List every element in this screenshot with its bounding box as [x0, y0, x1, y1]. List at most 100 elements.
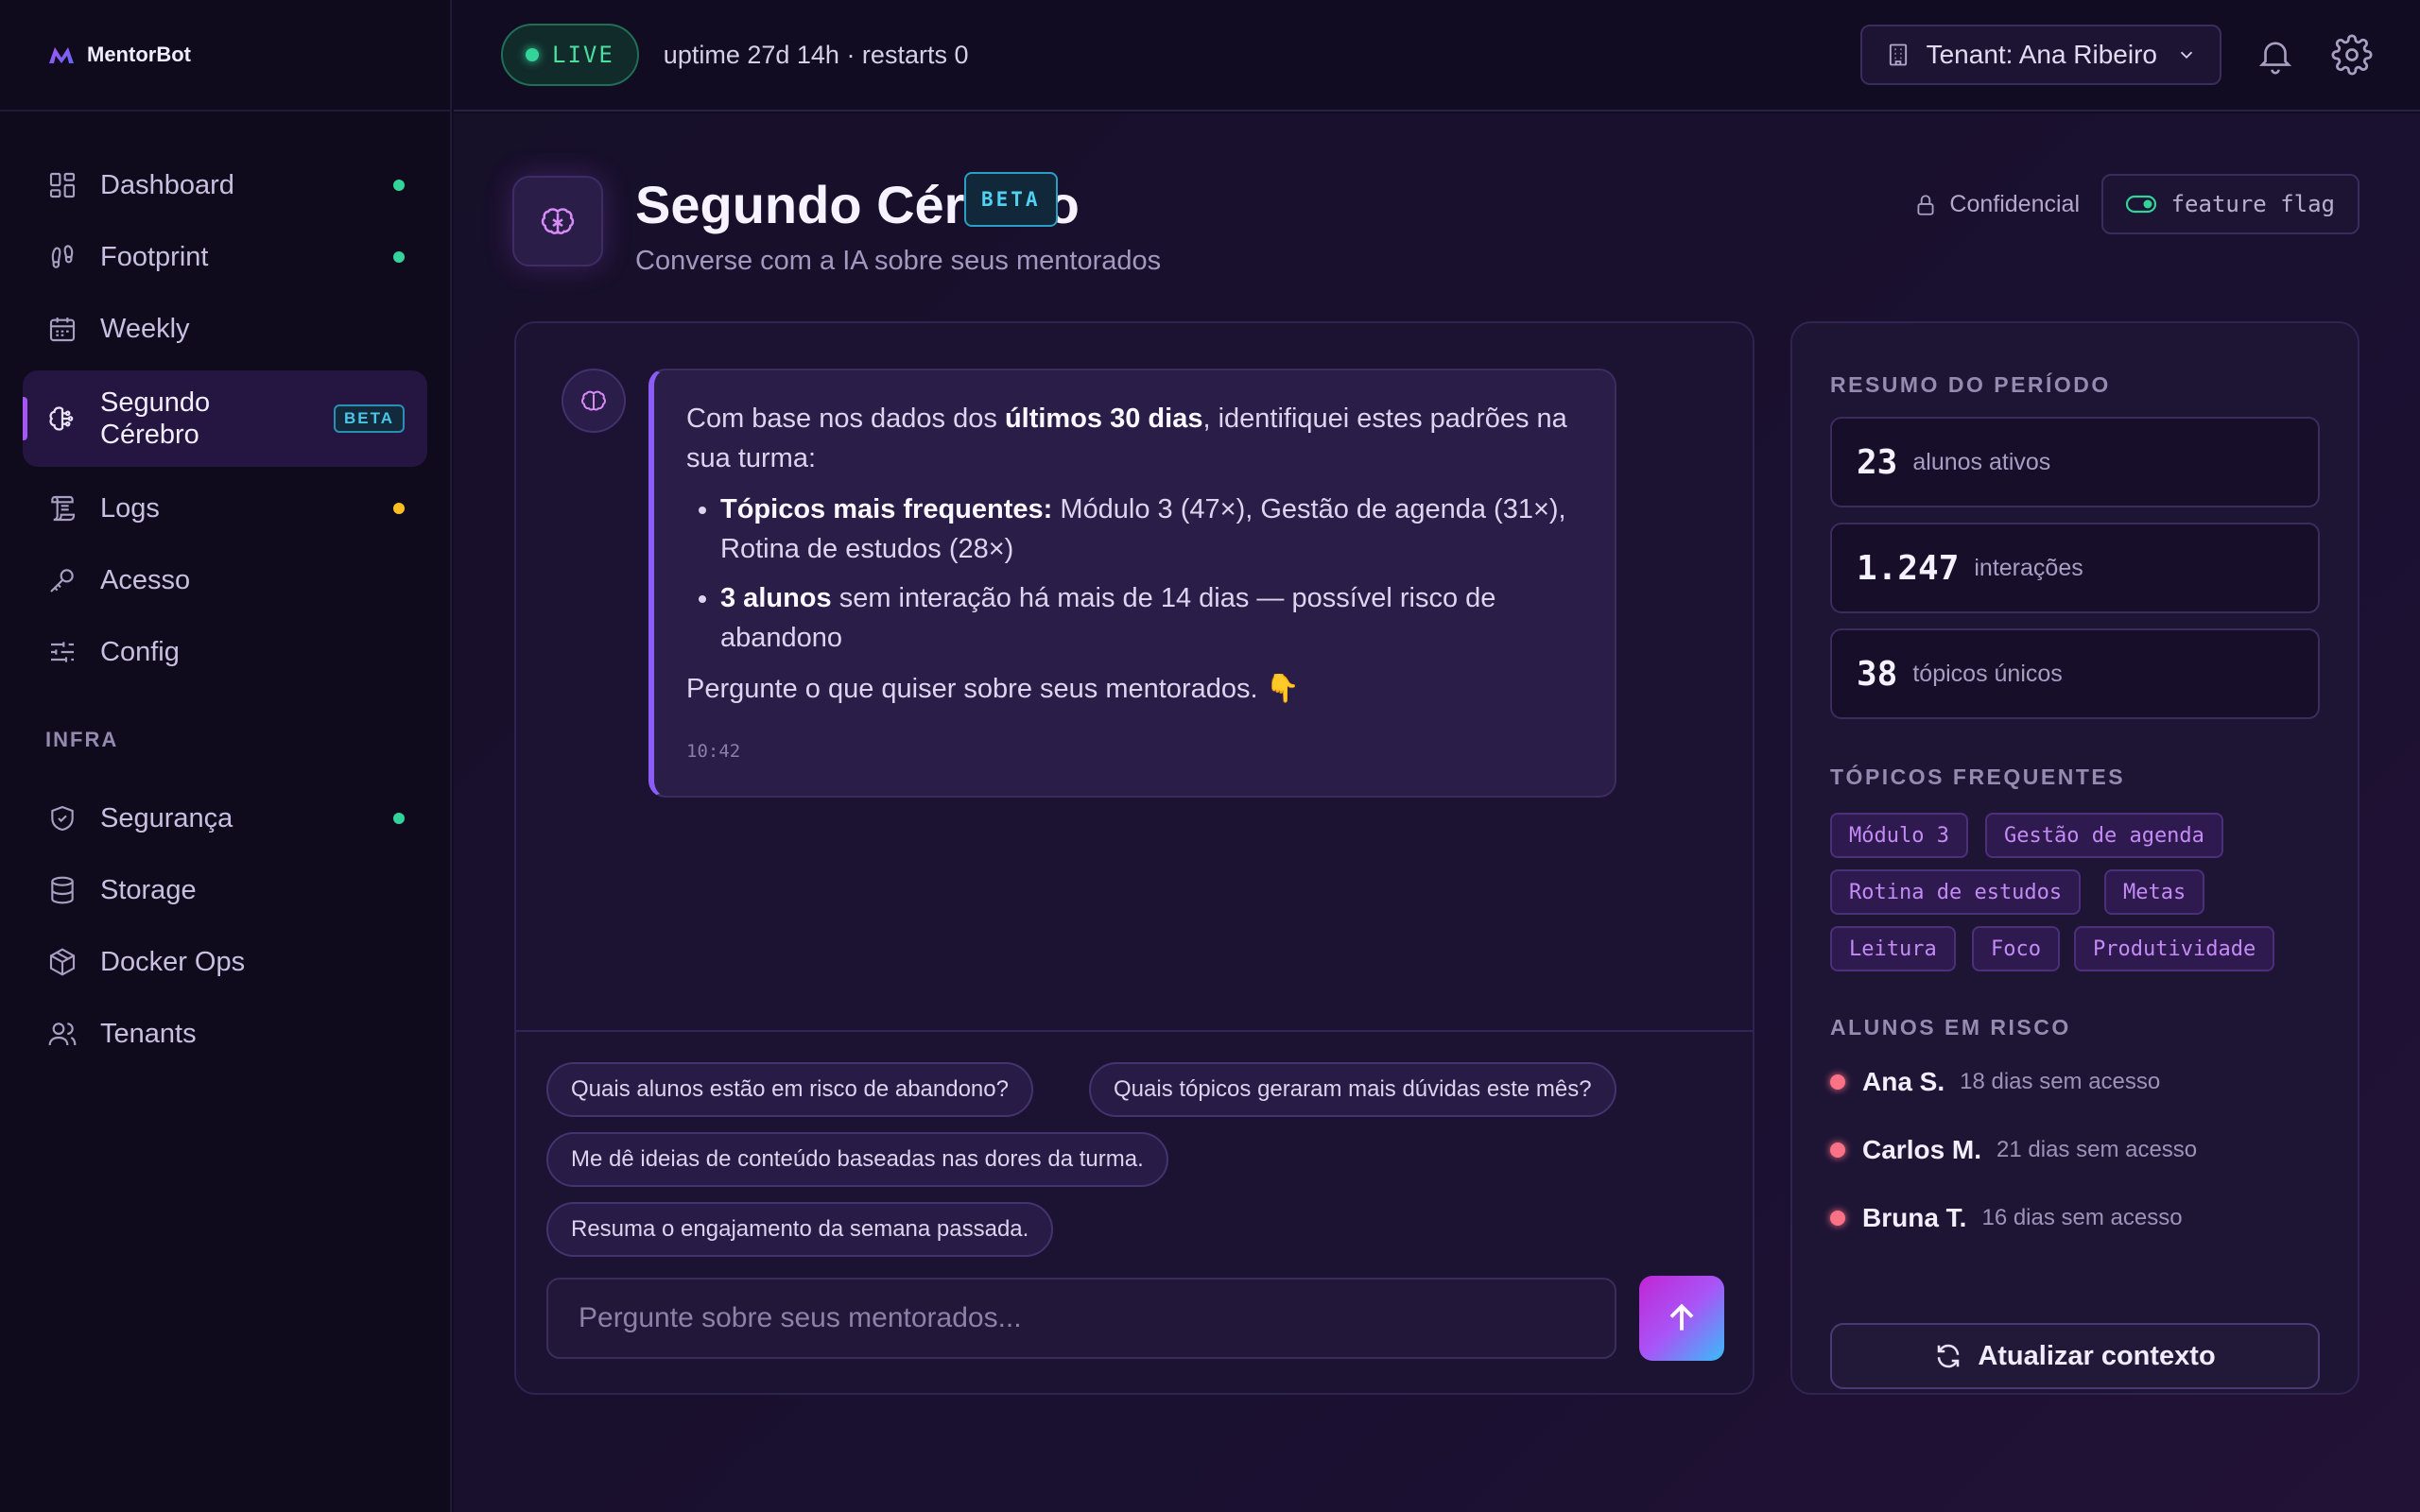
sidebar-item-config[interactable]: Config: [23, 616, 427, 688]
chevron-down-icon: [2180, 51, 2193, 60]
main-nav: Dashboard Footprint Weekly Segundo Céreb…: [0, 112, 450, 1070]
stat-label: tópicos únicos: [1912, 660, 2063, 687]
suggestion-chip[interactable]: Quais alunos estão em risco de abandono?: [546, 1062, 1033, 1117]
student-inactivity: 21 dias sem acesso: [1996, 1137, 2198, 1162]
sidebar-item-footprint[interactable]: Footprint: [23, 221, 427, 293]
shield-icon: [45, 801, 79, 835]
refresh-label: Atualizar contexto: [1978, 1340, 2216, 1371]
status-dot: [393, 180, 405, 191]
risk-student-row[interactable]: Carlos M. 21 dias sem acesso: [1830, 1116, 2320, 1184]
risk-student-row[interactable]: Bruna T. 16 dias sem acesso: [1830, 1184, 2320, 1252]
building-icon: [1889, 43, 1907, 66]
sidebar-item-label: Storage: [100, 874, 197, 905]
topic-tag[interactable]: Produtividade: [2074, 926, 2275, 971]
main-content: Segundo Cérebro BETA Converse com a IA s…: [454, 113, 2420, 1512]
refresh-context-button[interactable]: Atualizar contexto: [1830, 1323, 2320, 1389]
suggestion-chip[interactable]: Resuma o engajamento da semana passada.: [546, 1202, 1054, 1257]
brain-icon: [512, 176, 603, 266]
list-item: 3 alunos sem interação há mais de 14 dia…: [720, 578, 1582, 658]
uptime-text: uptime 27d 14h · restarts 0: [663, 40, 969, 69]
status-dot: [393, 251, 405, 263]
sidebar-item-segundo-cerebro[interactable]: Segundo Cérebro BETA: [23, 370, 427, 467]
stat-label: interações: [1974, 554, 2083, 581]
chat-composer: Quais alunos estão em risco de abandono?…: [516, 1030, 1753, 1393]
topic-tag[interactable]: Módulo 3: [1830, 813, 1968, 858]
beta-badge: BETA: [964, 172, 1058, 227]
sidebar-item-label: Tenants: [100, 1018, 197, 1049]
gear-icon[interactable]: [2331, 34, 2373, 76]
stat-value: 1.247: [1857, 548, 1960, 588]
summary-title: RESUMO DO PERÍODO: [1830, 372, 2111, 397]
calendar-icon: [45, 312, 79, 346]
student-inactivity: 18 dias sem acesso: [1960, 1069, 2161, 1094]
topic-tag[interactable]: Foco: [1972, 926, 2060, 971]
sidebar-item-label: Config: [100, 636, 180, 667]
sidebar-item-dashboard[interactable]: Dashboard: [23, 149, 427, 221]
box-icon: [45, 945, 79, 979]
confidential-label: Confidencial: [1913, 191, 2080, 218]
sidebar-item-label: Acesso: [100, 564, 191, 595]
suggestion-chip[interactable]: Quais tópicos geraram mais dúvidas este …: [1089, 1062, 1616, 1117]
sidebar-item-logs[interactable]: Logs: [23, 472, 427, 544]
student-name: Bruna T.: [1862, 1203, 1967, 1232]
sidebar-item-storage[interactable]: Storage: [23, 854, 427, 926]
status-dot: [393, 813, 405, 824]
student-inactivity: 16 dias sem acesso: [1981, 1205, 2183, 1230]
message-timestamp: 10:42: [686, 741, 741, 762]
sidebar-item-label: Footprint: [100, 241, 209, 272]
footprint-icon: [45, 240, 79, 274]
sidebar-item-seguranca[interactable]: Segurança: [23, 782, 427, 854]
list-item: Tópicos mais frequentes: Módulo 3 (47×),…: [720, 490, 1582, 569]
lock-icon: [1917, 194, 1934, 215]
sidebar-item-label: Segurança: [100, 802, 233, 833]
mentorbot-logo-icon: [49, 47, 74, 63]
brand-name: MentorBot: [87, 43, 191, 66]
chat-input[interactable]: Pergunte sobre seus mentorados...: [546, 1278, 1616, 1359]
chat-panel: Com base nos dados dos últimos 30 dias, …: [514, 321, 1754, 1395]
beta-badge: BETA: [333, 404, 405, 433]
status-dot: [393, 503, 405, 514]
message-text: sem interação há mais de 14 dias — possí…: [720, 583, 1496, 653]
message-bold: 3 alunos: [720, 583, 832, 613]
sidebar-item-docker-ops[interactable]: Docker Ops: [23, 926, 427, 998]
grid-icon: [45, 168, 79, 202]
sidebar-item-label: Weekly: [100, 313, 190, 344]
key-icon: [45, 563, 79, 597]
topic-tags: Módulo 3 Gestão de agenda Rotina de estu…: [1830, 813, 2320, 983]
confidential-text: Confidencial: [1949, 191, 2080, 217]
topic-tag[interactable]: Leitura: [1830, 926, 1956, 971]
topic-tag[interactable]: Rotina de estudos: [1830, 869, 2082, 915]
feature-flag-label: feature flag: [2170, 191, 2335, 217]
topic-tag[interactable]: Gestão de agenda: [1985, 813, 2223, 858]
stat-card: 23 alunos ativos: [1830, 417, 2320, 507]
tenant-selector[interactable]: Tenant: Ana Ribeiro: [1859, 25, 2221, 85]
assistant-message: Com base nos dados dos últimos 30 dias, …: [648, 369, 1616, 798]
risk-student-row[interactable]: Ana S. 18 dias sem acesso: [1830, 1048, 2320, 1116]
risk-dot: [1830, 1074, 1845, 1090]
tenant-label: Tenant: Ana Ribeiro: [1926, 40, 2157, 69]
bell-icon[interactable]: [2256, 35, 2295, 75]
risk-dot: [1830, 1143, 1845, 1158]
suggestion-chip[interactable]: Me dê ideias de conteúdo baseadas nas do…: [546, 1132, 1168, 1187]
stat-card: 38 tópicos únicos: [1830, 628, 2320, 719]
sidebar-item-weekly[interactable]: Weekly: [23, 293, 427, 365]
topbar-actions: Tenant: Ana Ribeiro: [1859, 25, 2373, 85]
student-name: Ana S.: [1862, 1067, 1945, 1096]
send-button[interactable]: [1639, 1276, 1724, 1361]
stat-value: 38: [1857, 654, 1898, 694]
topic-tag[interactable]: Metas: [2104, 869, 2205, 915]
message-bold: últimos 30 dias: [1004, 404, 1203, 434]
sidebar-item-label: Segundo Cérebro: [100, 387, 211, 450]
sidebar-item-acesso[interactable]: Acesso: [23, 544, 427, 616]
sliders-icon: [45, 635, 79, 669]
summary-panel: RESUMO DO PERÍODO 23 alunos ativos 1.247…: [1790, 321, 2360, 1395]
sidebar-item-tenants[interactable]: Tenants: [23, 998, 427, 1070]
feature-flag-toggle[interactable]: feature flag: [2100, 174, 2360, 234]
sidebar-item-label: Dashboard: [100, 169, 234, 200]
page-subtitle: Converse com a IA sobre seus mentorados: [635, 246, 1162, 276]
live-label: LIVE: [552, 42, 614, 68]
database-icon: [45, 873, 79, 907]
risk-dot: [1830, 1211, 1845, 1226]
sidebar-item-label: Docker Ops: [100, 946, 246, 977]
brand[interactable]: MentorBot: [0, 0, 450, 112]
